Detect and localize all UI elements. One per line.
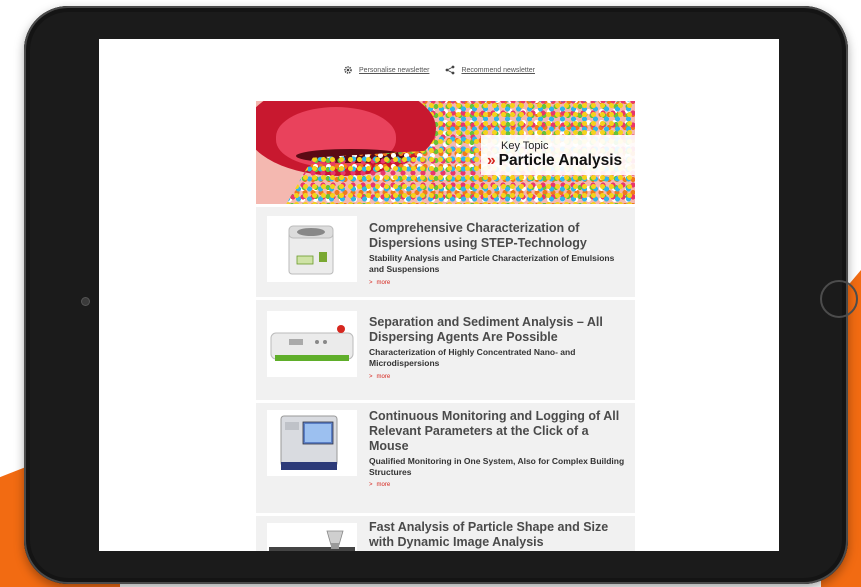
personalise-newsletter-link[interactable]: Personalise newsletter — [343, 65, 429, 75]
key-topic-kicker: Key Topic — [501, 140, 549, 152]
arrow-right-icon: > — [369, 374, 373, 380]
share-icon — [446, 65, 455, 75]
article-item[interactable]: Comprehensive Characterization of Disper… — [256, 204, 635, 297]
article-title[interactable]: Separation and Sediment Analysis – All D… — [369, 315, 627, 345]
more-label: more — [376, 280, 391, 286]
key-topic-title: Particle Analysis — [498, 152, 623, 169]
article-subtitle: Characterization of Highly Concentrated … — [369, 347, 576, 368]
tablet-screen: Personalise newsletter Recommend newslet… — [99, 39, 779, 551]
key-topic-box: Key Topic » Particle Analysis — [481, 135, 635, 175]
home-button[interactable] — [820, 280, 858, 318]
newsletter-body: Key Topic » Particle Analysis Comprehensi… — [256, 101, 635, 551]
arrow-right-icon: > — [369, 280, 373, 286]
more-link[interactable]: > more — [369, 482, 390, 488]
more-label: more — [376, 482, 391, 488]
article-item[interactable]: Continuous Monitoring and Logging of All… — [256, 400, 635, 513]
recommend-newsletter-link[interactable]: Recommend newsletter — [445, 65, 535, 75]
article-item[interactable]: Fast Analysis of Particle Shape and Size… — [256, 513, 635, 551]
key-topic-title-wrap: » Particle Analysis — [487, 152, 622, 170]
particle-counter-image[interactable] — [267, 410, 357, 476]
article-title[interactable]: Fast Analysis of Particle Shape and Size… — [369, 520, 627, 550]
recommend-newsletter-label: Recommend newsletter — [461, 66, 535, 74]
more-label: more — [376, 374, 391, 380]
article-item[interactable]: Separation and Sediment Analysis – All D… — [256, 297, 635, 400]
article-title[interactable]: Continuous Monitoring and Logging of All… — [369, 409, 627, 454]
personalise-newsletter-label: Personalise newsletter — [359, 66, 430, 74]
newsletter-toolbar: Personalise newsletter Recommend newslet… — [99, 63, 779, 77]
arrow-right-icon: > — [369, 482, 373, 488]
hero-banner[interactable]: Key Topic » Particle Analysis — [256, 101, 635, 204]
chevron-icon: » — [487, 152, 496, 169]
article-subtitle: Stability Analysis and Particle Characte… — [369, 253, 615, 274]
article-subtitle: Qualified Monitoring in One System, Also… — [369, 456, 625, 477]
more-link[interactable]: > more — [369, 280, 390, 286]
more-link[interactable]: > more — [369, 374, 390, 380]
sediment-analyzer-image[interactable] — [267, 311, 357, 377]
gear-icon — [344, 66, 352, 74]
centrifuge-image[interactable] — [267, 216, 357, 282]
camera-icon — [82, 298, 89, 305]
image-analyzer-image[interactable] — [267, 523, 357, 551]
article-title[interactable]: Comprehensive Characterization of Disper… — [369, 221, 627, 251]
